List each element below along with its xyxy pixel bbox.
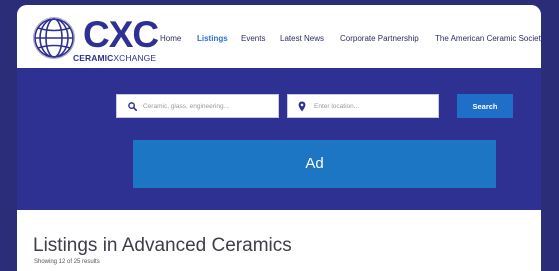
keyword-search-field[interactable] <box>116 94 279 118</box>
map-pin-icon <box>298 101 306 112</box>
nav-item-listings[interactable]: Listings <box>197 34 228 44</box>
nav-item-home[interactable]: Home <box>160 34 181 44</box>
nav-item-american-ceramic-society[interactable]: The American Ceramic Society <box>435 34 541 44</box>
nav-item-latest-news[interactable]: Latest News <box>280 34 324 44</box>
nav-item-events[interactable]: Events <box>241 34 265 44</box>
search-icon <box>128 102 137 111</box>
listings-section: Listings in Advanced Ceramics Showing 12… <box>17 210 541 271</box>
main-nav: Home Listings Events Latest News Corpora… <box>17 34 541 46</box>
ad-banner[interactable]: Ad <box>133 140 496 188</box>
nav-item-corporate-partnership[interactable]: Corporate Partnership <box>340 34 419 44</box>
search-hero: Search Ad <box>17 68 541 210</box>
logo-subtitle-regular: XCHANGE <box>113 53 157 63</box>
page-title: Listings in Advanced Ceramics <box>33 235 292 256</box>
site-header: CXC CERAMICXCHANGE Home Listings Events … <box>17 5 541 68</box>
location-search-input[interactable] <box>314 95 439 117</box>
search-button[interactable]: Search <box>457 94 513 118</box>
logo-subtitle: CERAMICXCHANGE <box>73 53 156 63</box>
location-search-field[interactable] <box>287 94 439 118</box>
logo-subtitle-bold: CERAMIC <box>73 53 114 63</box>
keyword-search-input[interactable] <box>143 95 268 117</box>
browser-frame: CXC CERAMICXCHANGE Home Listings Events … <box>17 5 541 271</box>
results-count: Showing 12 of 25 results <box>34 259 100 265</box>
